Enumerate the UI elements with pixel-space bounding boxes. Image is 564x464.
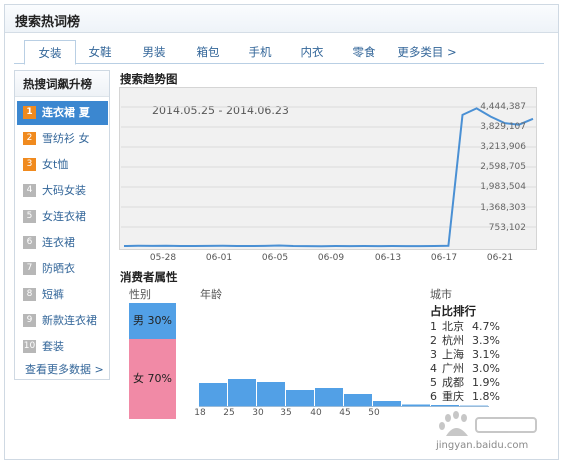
x-tick-label: 06-17 [430, 253, 458, 263]
tab-phones[interactable]: 手机 [238, 40, 282, 64]
ranking-item-label: 防晒衣 [42, 262, 75, 275]
rank-number: 8 [23, 288, 36, 301]
ranking-item-label: 连衣裙 [42, 236, 75, 249]
gender-male-bar: 男 30% [129, 303, 176, 339]
ranking-item-label: 女连衣裙 [42, 210, 86, 223]
x-tick-label: 05-28 [149, 253, 177, 263]
panel-title: 搜索热词榜 [15, 15, 81, 30]
ranking-item[interactable]: 4 大码女装 [17, 179, 108, 203]
panel-header: 搜索热词榜 [5, 5, 558, 33]
gender-label: 性别 [129, 288, 151, 301]
watermark-text: jingyan.baidu.com [436, 440, 529, 451]
trending-ranking: 热搜词飙升榜 1 连衣裙 夏 2 雪纺衫 女 3 女t恤 4 大码女装 5 女连… [14, 70, 110, 380]
city-label: 城市 [430, 288, 452, 301]
tab-more-categories[interactable]: 更多类目 > [396, 40, 458, 64]
x-tick-label: 06-21 [486, 253, 514, 263]
age-label: 年龄 [200, 288, 222, 301]
category-tabs: 女装 女鞋 男装 箱包 手机 内衣 零食 更多类目 > [14, 40, 544, 65]
ranking-item-label: 雪纺衫 女 [42, 132, 90, 145]
rank-number: 7 [23, 262, 36, 275]
ranking-item-label: 新款连衣裙 [42, 314, 97, 327]
baidu-logo-icon [439, 411, 537, 436]
rank-number: 1 [23, 106, 36, 119]
consumer-title: 消费者属性 [120, 270, 178, 284]
city-ranking-title: 占比排行 [430, 304, 476, 318]
rank-number: 4 [23, 184, 36, 197]
y-tick-label: 4,444,387 [480, 102, 526, 112]
y-tick-label: 3,213,906 [480, 142, 526, 152]
ranking-item[interactable]: 6 连衣裙 [17, 231, 108, 255]
tab-snacks[interactable]: 零食 [342, 40, 386, 64]
tab-bags[interactable]: 箱包 [186, 40, 230, 64]
rank-number: 3 [23, 158, 36, 171]
ranking-item[interactable]: 8 短裤 [17, 283, 108, 307]
tab-women-clothing[interactable]: 女装 [24, 40, 76, 65]
age-tick-label: 50 [368, 408, 380, 418]
trend-date-range: 2014.05.25 - 2014.06.23 [152, 104, 289, 117]
rank-number: 10 [23, 340, 36, 353]
ranking-item-label: 套装 [42, 340, 64, 353]
city-pct: 1.8% [472, 390, 500, 403]
ranking-item-label: 女t恤 [42, 158, 69, 171]
tab-women-shoes[interactable]: 女鞋 [78, 40, 122, 64]
ranking-item[interactable]: 9 新款连衣裙 [17, 309, 108, 333]
ranking-item[interactable]: 2 雪纺衫 女 [17, 127, 108, 151]
ranking-item[interactable]: 3 女t恤 [17, 153, 108, 177]
tab-men-clothing[interactable]: 男装 [132, 40, 176, 64]
ranking-item-label: 大码女装 [42, 184, 86, 197]
ranking-item[interactable]: 1 连衣裙 夏 [17, 101, 108, 125]
ranking-item-label: 连衣裙 夏 [42, 106, 90, 119]
baidu-jingyan-watermark: jingyan.baidu.com [436, 410, 546, 456]
ranking-item[interactable]: 5 女连衣裙 [17, 205, 108, 229]
y-tick-label: 1,983,504 [480, 182, 526, 192]
city-name: 重庆 [442, 390, 464, 403]
city-row: 6 重庆 1.8% [430, 388, 500, 404]
gender-female-bar: 女 70% [129, 339, 176, 419]
view-more-data-link[interactable]: 查看更多数据 > [25, 361, 104, 377]
rank-number: 9 [23, 314, 36, 327]
tab-underwear[interactable]: 内衣 [290, 40, 334, 64]
y-tick-label: 1,368,303 [480, 203, 526, 213]
y-tick-label: 2,598,705 [480, 162, 526, 172]
ranking-item-label: 短裤 [42, 288, 64, 301]
x-tick-label: 06-13 [374, 253, 402, 263]
rank-number: 5 [23, 210, 36, 223]
x-tick-label: 06-01 [205, 253, 233, 263]
trend-title: 搜索趋势图 [120, 72, 178, 86]
x-tick-label: 06-05 [261, 253, 289, 263]
ranking-item[interactable]: 7 防晒衣 [17, 257, 108, 281]
city-rank: 6 [430, 390, 437, 403]
rank-number: 2 [23, 132, 36, 145]
y-tick-label: 3,829,107 [480, 122, 526, 132]
ranking-item[interactable]: 10 套装 [17, 335, 108, 359]
y-tick-label: 753,102 [488, 223, 526, 233]
ranking-title: 热搜词飙升榜 [15, 71, 109, 97]
rank-number: 6 [23, 236, 36, 249]
x-tick-label: 06-09 [317, 253, 345, 263]
